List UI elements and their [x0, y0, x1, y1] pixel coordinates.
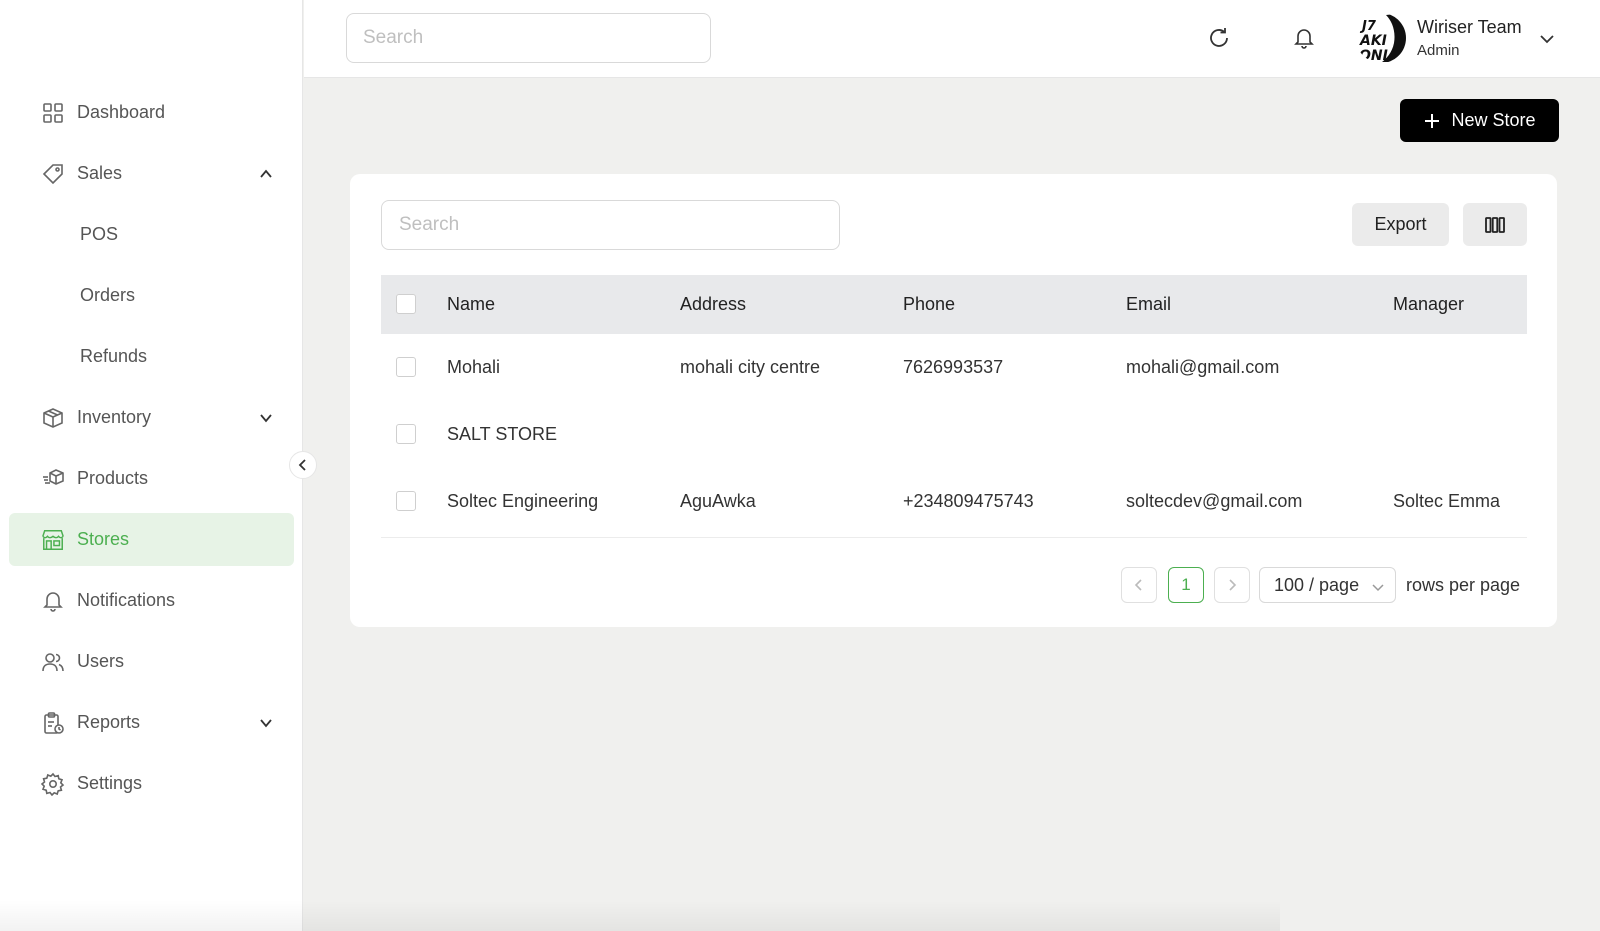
- dashboard-grid-icon: [41, 101, 65, 125]
- svg-text:AKI: AKI: [1359, 33, 1387, 49]
- cell-name: Soltec Engineering: [447, 491, 599, 511]
- stores-card: Export Name Address Phone Email Manager …: [350, 174, 1557, 627]
- table-row[interactable]: Soltec Engineering AguAwka +234809475743…: [381, 468, 1527, 535]
- chevron-right-icon: [1226, 579, 1238, 591]
- sidebar-item-label: Stores: [77, 529, 130, 549]
- cell-address: AguAwka: [680, 491, 756, 511]
- sidebar-item-sales[interactable]: Sales: [9, 147, 294, 200]
- row-checkbox[interactable]: [396, 424, 416, 444]
- previous-page-button[interactable]: [1121, 567, 1157, 603]
- sidebar-item-label: Products: [77, 468, 149, 488]
- collapse-sidebar-button[interactable]: [289, 451, 317, 479]
- table-row[interactable]: SALT STORE: [381, 401, 1527, 468]
- new-store-button[interactable]: New Store: [1400, 99, 1559, 142]
- users-icon: [41, 650, 65, 674]
- bell-icon: [41, 589, 65, 613]
- svg-text:ONI: ONI: [1359, 48, 1388, 63]
- store-icon: [41, 528, 65, 552]
- column-header-address[interactable]: Address: [680, 275, 746, 334]
- sidebar-item-label: Orders: [80, 285, 136, 305]
- avatar[interactable]: J7 AKI ONI: [1356, 13, 1406, 63]
- new-store-label: New Store: [1451, 110, 1536, 130]
- sidebar-item-pos[interactable]: POS: [9, 208, 294, 261]
- sidebar-item-label: Refunds: [80, 346, 148, 366]
- refresh-icon[interactable]: [1205, 24, 1233, 52]
- box-icon: [41, 406, 65, 430]
- cell-name: SALT STORE: [447, 424, 558, 444]
- columns-icon: [1484, 216, 1506, 234]
- cell-name: Mohali: [447, 357, 501, 377]
- cell-address: mohali city centre: [680, 357, 821, 377]
- sidebar-item-users[interactable]: Users: [9, 635, 294, 688]
- cell-manager: Soltec Emma: [1393, 491, 1501, 511]
- sidebar-item-label: Settings: [77, 773, 143, 793]
- chevron-left-icon: [297, 459, 309, 471]
- next-page-button[interactable]: [1214, 567, 1250, 603]
- cell-phone: 7626993537: [903, 357, 1004, 377]
- sidebar-item-label: POS: [80, 224, 119, 244]
- plus-icon: [1423, 112, 1441, 130]
- clipboard-icon: [41, 711, 65, 735]
- rows-per-page-label: rows per page: [1406, 575, 1521, 595]
- column-header-name[interactable]: Name: [447, 275, 495, 334]
- export-button[interactable]: Export: [1352, 203, 1449, 246]
- sidebar-item-notifications[interactable]: Notifications: [9, 574, 294, 627]
- sidebar-item-orders[interactable]: Orders: [9, 269, 294, 322]
- table-row[interactable]: Mohali mohali city centre 7626993537 moh…: [381, 334, 1527, 401]
- sidebar-item-label: Sales: [77, 163, 123, 183]
- svg-text:J7: J7: [1359, 19, 1377, 34]
- column-header-email[interactable]: Email: [1126, 275, 1171, 334]
- sidebar: Dashboard Sales POS Orders Refunds Inven…: [0, 0, 303, 931]
- sidebar-item-label: Notifications: [77, 590, 176, 610]
- stores-search-input[interactable]: [381, 200, 840, 250]
- cell-phone: +234809475743: [903, 491, 1034, 511]
- page-size-select[interactable]: 100 / page: [1259, 567, 1396, 603]
- column-header-phone[interactable]: Phone: [903, 275, 955, 334]
- chevron-down-icon: [258, 410, 274, 426]
- sidebar-item-settings[interactable]: Settings: [9, 757, 294, 810]
- user-name: Wiriser Team: [1417, 17, 1522, 37]
- chevron-down-icon[interactable]: [1538, 30, 1556, 48]
- page-size-value: 100 / page: [1274, 574, 1360, 595]
- row-checkbox[interactable]: [396, 357, 416, 377]
- sidebar-item-label: Users: [77, 651, 125, 671]
- sidebar-item-dashboard[interactable]: Dashboard: [9, 86, 294, 139]
- cell-email: soltecdev@gmail.com: [1126, 491, 1303, 511]
- column-header-manager[interactable]: Manager: [1393, 275, 1464, 334]
- row-checkbox[interactable]: [396, 491, 416, 511]
- sidebar-item-label: Reports: [77, 712, 141, 732]
- sidebar-item-inventory[interactable]: Inventory: [9, 391, 294, 444]
- sidebar-item-stores[interactable]: Stores: [9, 513, 294, 566]
- products-icon: [41, 467, 65, 491]
- notification-bell-icon[interactable]: [1290, 24, 1318, 52]
- columns-toggle-button[interactable]: [1463, 203, 1527, 246]
- sidebar-item-reports[interactable]: Reports: [9, 696, 294, 749]
- gear-icon: [41, 772, 65, 796]
- header-search-input[interactable]: [346, 13, 711, 63]
- chevron-down-icon: [1371, 578, 1385, 592]
- sidebar-item-label: Inventory: [77, 407, 152, 427]
- top-header: J7AKIONI Wiriser Team Admin: [304, 0, 1600, 78]
- sidebar-item-refunds[interactable]: Refunds: [9, 330, 294, 383]
- tag-icon: [41, 162, 65, 186]
- user-role: Admin: [1417, 42, 1460, 59]
- page-1-button[interactable]: 1: [1168, 567, 1204, 603]
- sidebar-item-products[interactable]: Products: [9, 452, 294, 505]
- chevron-up-icon: [258, 166, 274, 182]
- table-divider: [381, 537, 1527, 538]
- cell-email: mohali@gmail.com: [1126, 357, 1280, 377]
- sidebar-item-label: Dashboard: [77, 102, 166, 122]
- select-all-checkbox[interactable]: [396, 294, 416, 314]
- chevron-left-icon: [1133, 579, 1145, 591]
- table-header: Name Address Phone Email Manager: [381, 275, 1527, 334]
- chevron-down-icon: [258, 715, 274, 731]
